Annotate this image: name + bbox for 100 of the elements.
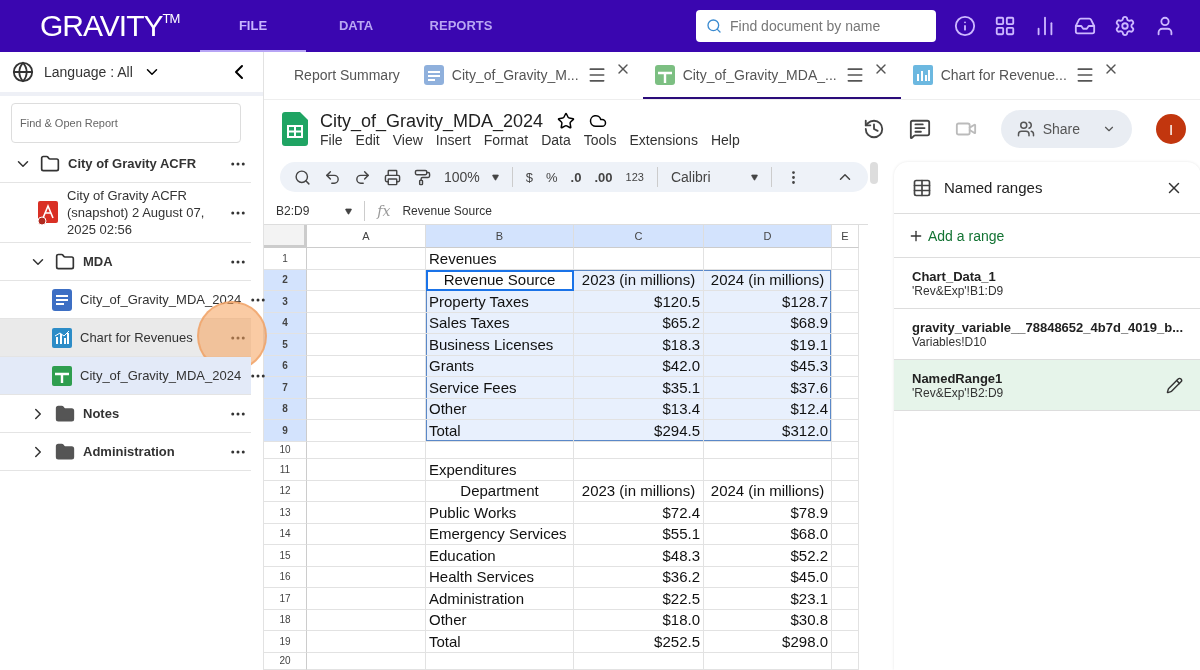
cloud-icon[interactable]: [589, 112, 608, 130]
range-reference: 'Rev&Exp'!B2:D9: [912, 385, 1005, 400]
menu-item[interactable]: Tools: [583, 131, 617, 148]
history-icon[interactable]: [862, 118, 885, 140]
avatar[interactable]: I: [1156, 114, 1186, 144]
fx-icon: fx: [377, 203, 391, 220]
decrease-decimal-button[interactable]: .0: [570, 169, 582, 185]
comment-icon[interactable]: [908, 118, 931, 140]
corner-cell[interactable]: [264, 225, 307, 248]
tree-item[interactable]: MDA: [83, 253, 221, 270]
row-header[interactable]: 16: [264, 566, 307, 588]
print-icon[interactable]: [384, 168, 401, 186]
chart-icon: [52, 327, 72, 348]
row-header[interactable]: 3: [264, 291, 307, 313]
row-header[interactable]: 2: [264, 269, 307, 291]
table-cell: $12.4: [704, 398, 832, 420]
tab-label: City_of_Gravity_M...: [451, 66, 579, 83]
range-reference: 'Rev&Exp'!B1:D9: [912, 283, 1005, 298]
redo-icon[interactable]: [354, 168, 371, 186]
row-header[interactable]: 6: [264, 355, 307, 377]
tree-item[interactable]: City of Gravity ACFR: [68, 155, 221, 172]
search-icon[interactable]: [294, 168, 311, 186]
row-header[interactable]: 14: [264, 523, 307, 545]
tab[interactable]: City_of_Gravity_M...: [411, 52, 643, 99]
menu-item[interactable]: Insert: [435, 131, 471, 148]
table-cell: $18.3: [574, 334, 704, 356]
row-header[interactable]: 17: [264, 588, 307, 610]
edit-icon[interactable]: [1166, 376, 1184, 394]
language-selector[interactable]: Language : All: [44, 64, 133, 80]
row-header[interactable]: 15: [264, 545, 307, 567]
share-button[interactable]: Share: [1000, 110, 1132, 148]
info-icon[interactable]: [954, 15, 976, 37]
table-cell: Total: [426, 631, 574, 653]
column-header[interactable]: D: [704, 225, 832, 248]
table-cell: Total: [426, 420, 574, 442]
named-range-item[interactable]: gravity_variable__78848652_4b7d_4019_b... Variables!D10: [894, 309, 1200, 360]
scrollbar[interactable]: [870, 162, 878, 184]
star-icon[interactable]: [557, 112, 576, 130]
table-cell: Other: [426, 398, 574, 420]
row-header[interactable]: 7: [264, 377, 307, 399]
column-header[interactable]: C: [574, 225, 704, 248]
menu-item[interactable]: Help: [710, 131, 740, 148]
tree-item[interactable]: Notes: [83, 405, 221, 422]
chart-icon: [912, 64, 933, 85]
row-header[interactable]: 8: [264, 398, 307, 420]
tab[interactable]: City_of_Gravity_MDA_...: [642, 52, 901, 99]
currency-button[interactable]: $: [525, 169, 534, 185]
column-header[interactable]: E: [832, 225, 859, 248]
font-select[interactable]: Calibri: [670, 169, 758, 186]
grid-icon[interactable]: [994, 15, 1016, 37]
table-cell: Public Works: [426, 502, 574, 524]
table-cell: $37.6: [704, 377, 832, 399]
search-field[interactable]: Find document by name: [696, 10, 936, 42]
formula-value: Revenue Source: [402, 204, 492, 219]
column-header[interactable]: A: [307, 225, 426, 248]
caret-icon: [491, 173, 499, 181]
row-header[interactable]: 18: [264, 609, 307, 631]
table-cell: $252.5: [574, 631, 704, 653]
row-header[interactable]: 19: [264, 631, 307, 653]
undo-icon[interactable]: [324, 168, 341, 186]
row-header[interactable]: 4: [264, 312, 307, 334]
table-cell: $48.3: [574, 545, 704, 567]
named-range-item[interactable]: NamedRange1 'Rev&Exp'!B2:D9: [894, 360, 1200, 411]
caret-icon: [750, 173, 758, 181]
menu-item[interactable]: Edit: [355, 131, 380, 148]
search-field[interactable]: Find & Open Report: [11, 103, 241, 143]
nav-tab[interactable]: DATA: [306, 0, 406, 52]
table-cell: $30.8: [704, 609, 832, 631]
document-title: City_of_Gravity_MDA_2024: [320, 110, 544, 132]
settings-icon[interactable]: [1114, 15, 1136, 37]
nav-tab[interactable]: FILE: [200, 0, 306, 52]
menu-item[interactable]: File: [320, 131, 343, 148]
increase-decimal-button[interactable]: .00: [594, 169, 613, 185]
menu-item[interactable]: Extensions: [629, 131, 698, 148]
tab[interactable]: Chart for Revenue...: [900, 52, 1131, 99]
folder-icon: [55, 441, 75, 462]
column-header[interactable]: B: [426, 225, 574, 248]
named-range-item[interactable]: Chart_Data_1 'Rev&Exp'!B1:D9: [894, 258, 1200, 309]
tree-item[interactable]: City_of_Gravity_MDA_2024: [80, 291, 242, 308]
table-cell: $128.7: [704, 291, 832, 313]
row-header[interactable]: 5: [264, 334, 307, 356]
inbox-icon[interactable]: [1074, 15, 1096, 37]
row-header[interactable]: 1: [264, 248, 307, 270]
row-header[interactable]: 13: [264, 502, 307, 524]
cell-reference[interactable]: B2:D9: [276, 204, 353, 219]
percent-button[interactable]: %: [546, 169, 558, 185]
row-header[interactable]: 9: [264, 420, 307, 442]
menu-item[interactable]: Data: [541, 131, 571, 148]
nav-tab[interactable]: REPORTS: [406, 0, 516, 52]
row-header[interactable]: 11: [264, 459, 307, 481]
tree-item[interactable]: City of Gravity ACFR (snapshot) 2 August 07, 2025 02:56: [67, 187, 221, 238]
number-format-button[interactable]: 123: [625, 171, 644, 184]
tab[interactable]: Report Summary: [282, 52, 412, 99]
menu-item[interactable]: Format: [483, 131, 529, 148]
zoom-select[interactable]: 100%: [444, 169, 499, 186]
row-header[interactable]: 12: [264, 480, 307, 502]
table-cell: Health Services: [426, 566, 574, 588]
paint-format-icon[interactable]: [414, 168, 431, 186]
tree-item[interactable]: Administration: [83, 443, 221, 460]
menu-item[interactable]: View: [392, 131, 423, 148]
